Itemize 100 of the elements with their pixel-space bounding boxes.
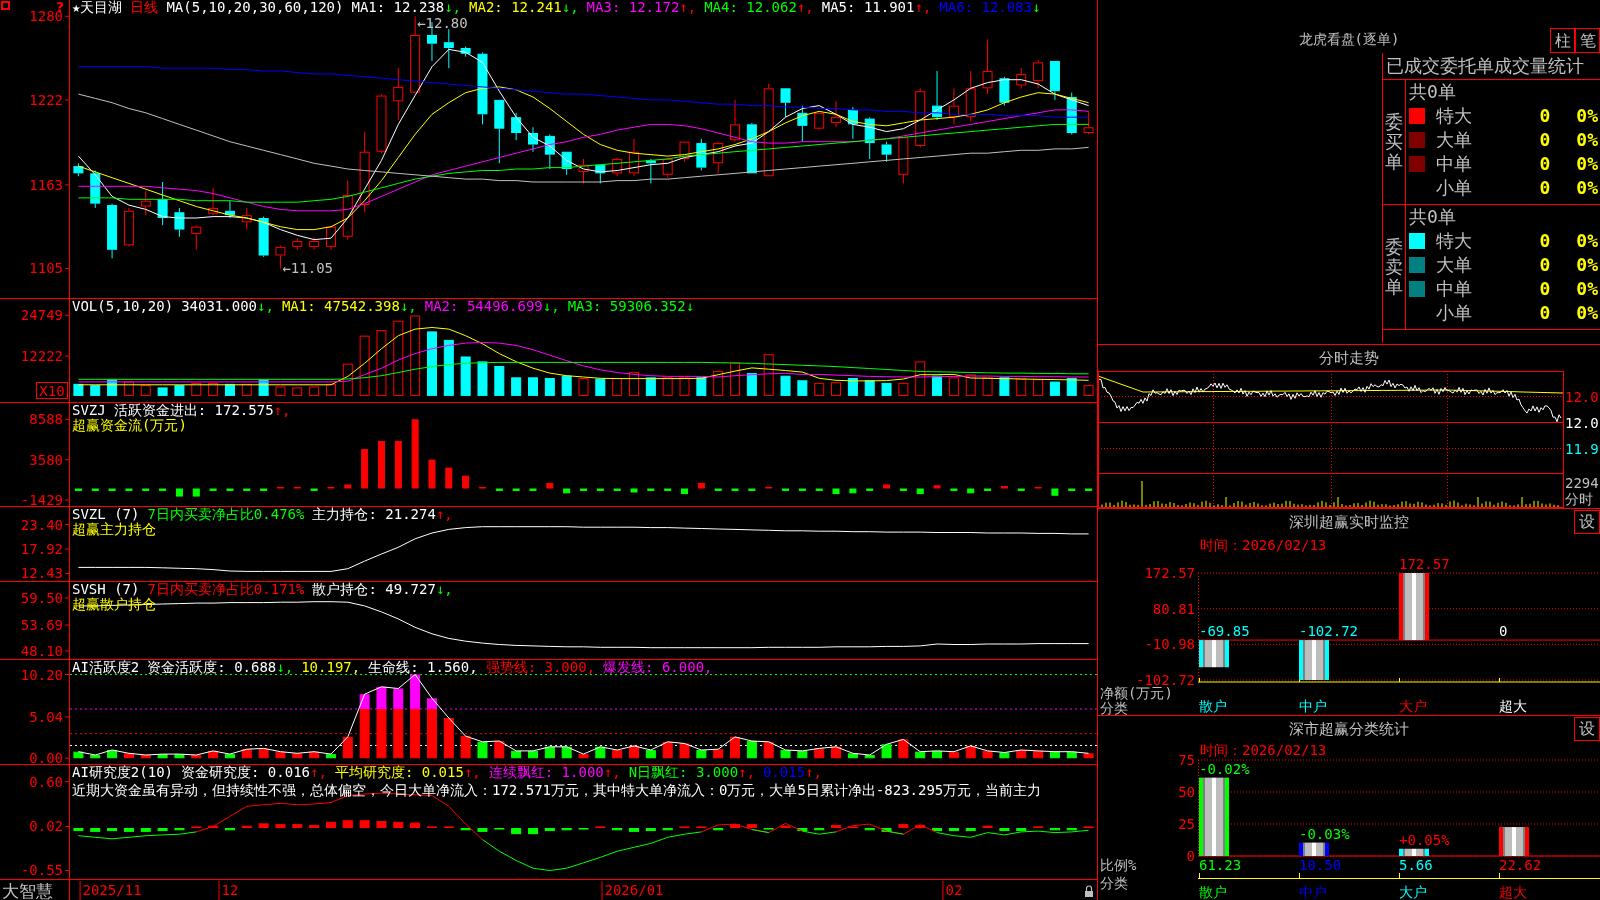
order-type-label: 中单 [1436,279,1472,299]
value-label: 172.57 [1399,556,1450,572]
indicator-label: MA2: 54496.699 [424,299,543,313]
indicator-label: 资金活跃度: 0.688 [147,660,277,674]
group-label: 委卖单 [1385,237,1403,297]
section-title: 深市超赢分类统计 [1289,720,1409,738]
indicator-label: 连续飘红: 1.000 [488,765,604,779]
axis-label: 0.00 [29,750,63,764]
trend-arrow: ↓, [542,299,560,313]
trend-arrow: ↓, [561,0,579,14]
candle [544,133,555,170]
order-count: 0 [1539,178,1551,198]
order-count: 0 [1539,255,1551,275]
value-label: 0 [1499,623,1508,640]
period-label: 分时 [1565,491,1593,507]
indicator-label: MA3: 59306.352 [567,299,686,313]
candle [90,169,101,209]
section-title: 分时走势 [1319,349,1379,367]
trend-arrow: ↑, [679,0,697,14]
axis-title: 净额(万元) [1100,685,1173,701]
candle [191,224,202,251]
candle [258,216,269,258]
settings-button[interactable]: 设 [1574,717,1600,741]
indicator-label: AI研究度2(10) [72,765,173,779]
trend-arrow: ↑, [435,507,453,521]
order-type-label: 小单 [1436,303,1472,323]
indicator-subtitle: 超赢资金流(万元) [72,418,187,432]
category-label: 散户 [1199,698,1227,714]
panel-title: 龙虎看盘(逐单) [1298,31,1400,49]
candle [528,126,538,153]
candle [325,226,336,251]
indicator-label: 爆发线: 6.000, [603,660,713,674]
indicator-label: 主力持仓: 21.274 [312,507,436,521]
trend-arrow: ↑, [738,765,755,779]
indicator-label: 散户持仓: 49.727 [312,582,436,596]
trend-arrow: ↑, [914,0,932,14]
axis-label: 8588 [29,411,63,428]
axis-label: 25 [1178,816,1195,832]
candle [73,162,84,177]
order-type-label: 大单 [1436,255,1472,275]
candle [629,138,639,177]
axis-label: 53.69 [20,617,63,633]
candle [948,87,959,125]
indicator-label: MA(5,10,20,30,60,120) [166,0,344,14]
order-share: 0% [1576,231,1598,251]
axis-label: 12.43 [20,565,63,581]
axis-label: 24749 [20,307,63,324]
candle [831,100,842,128]
candle [393,67,404,121]
axis-label: 75 [1178,752,1195,768]
category-label: 大户 [1399,698,1427,714]
candle [342,180,353,241]
trend-arrow: ↑, [796,0,814,14]
axis-label: 0.60 [29,773,63,790]
axis-label: 1105 [29,260,63,277]
trend-arrow: ↑, [603,765,621,779]
axis-label: -0.55 [20,862,63,879]
indicator-label: SVZJ [72,403,106,417]
axis-label: 12222 [20,348,63,365]
axis-label: 80.81 [1152,600,1195,617]
date-label: 2026/01 [604,882,664,898]
candle [898,136,909,184]
candle [494,99,505,164]
group-label: 委买单 [1385,112,1403,172]
candle [662,157,673,179]
candle [511,112,522,141]
axis-label: 0 [1186,848,1195,864]
trend-arrow: ↓, [257,299,274,313]
indicator-label: 日线 [130,0,159,14]
candle [730,99,741,143]
view-button[interactable]: 柱 [1550,28,1575,53]
indicator-label: ★天目湖 [72,0,123,14]
indicator-label: SVZL (7) [72,507,140,521]
axis-label: 0.02 [29,818,63,835]
indicator-subtitle: 超赢主力持仓 [72,522,156,536]
candle [746,122,757,174]
lock-icon [1085,885,1093,897]
axis-label: 172.57 [1144,565,1195,581]
view-button[interactable]: 笔 [1575,28,1600,53]
change-label: +0.05% [1399,831,1450,848]
axis-label: -102.72 [1136,672,1195,688]
candle [241,207,252,231]
category-label: 超大 [1499,884,1527,900]
price-annotation: ←11.05 [282,260,334,277]
indicator-label: 0.015 [762,765,806,779]
candle [1083,110,1094,135]
candle [982,38,993,95]
brand-name: 大智慧 [2,881,53,900]
category-label: 中户 [1299,884,1327,900]
axis-title: 分类 [1100,700,1128,715]
order-type-label: 特大 [1436,106,1472,126]
candle [864,116,875,160]
indicator-label: 强势线: 3.000, [485,660,596,674]
indicator-label: 资金研究度: 0.016 [181,765,311,779]
trend-arrow: ↓ [685,299,695,313]
settings-button[interactable]: 设 [1574,510,1600,534]
candle [443,28,454,69]
change-label: -0.02% [1199,760,1250,777]
order-type-label: 小单 [1436,178,1472,198]
candle [376,93,387,154]
